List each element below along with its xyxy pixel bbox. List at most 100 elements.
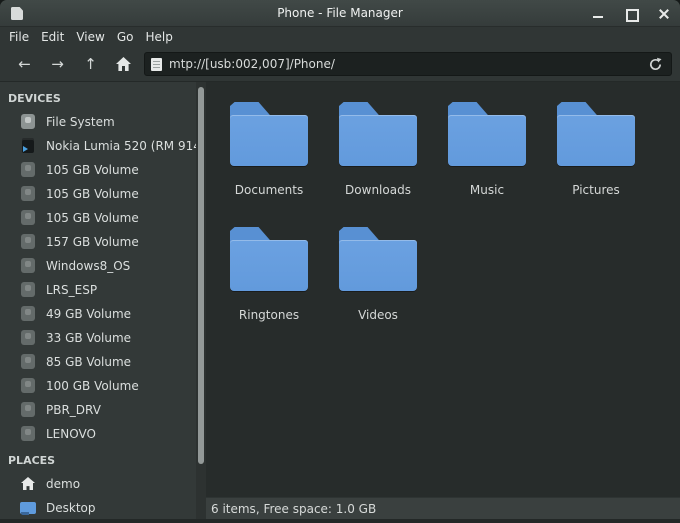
sidebar-item-100-gb-volume[interactable]: 100 GB Volume <box>0 374 206 398</box>
sidebar: DEVICES File System Nokia Lumia 520 (RM … <box>0 82 206 519</box>
sidebar-item-49-gb-volume[interactable]: 49 GB Volume <box>0 302 206 326</box>
folder-label: Downloads <box>345 183 411 197</box>
forward-button[interactable]: → <box>41 51 74 77</box>
volume-icon <box>20 426 36 442</box>
sidebar-item-label: 157 GB Volume <box>46 235 139 249</box>
folder-label: Videos <box>358 308 398 322</box>
sidebar-item-windows8-os[interactable]: Windows8_OS <box>0 254 206 278</box>
sidebar-section-header: PLACES <box>0 446 206 472</box>
sidebar-section-header: DEVICES <box>0 84 206 110</box>
sidebar-item-label: demo <box>46 477 80 491</box>
sidebar-item-33-gb-volume[interactable]: 33 GB Volume <box>0 326 206 350</box>
volume-icon <box>20 258 36 274</box>
volume-icon <box>20 282 36 298</box>
sidebar-item-desktop[interactable]: Desktop <box>0 496 206 519</box>
folder-icon <box>230 102 308 166</box>
sidebar-item-105-gb-volume[interactable]: 105 GB Volume <box>0 182 206 206</box>
folder-label: Pictures <box>572 183 620 197</box>
home-button[interactable] <box>107 51 140 77</box>
drive-icon <box>20 114 36 130</box>
sidebar-item-file-system[interactable]: File System <box>0 110 206 134</box>
menu-file[interactable]: File <box>3 27 35 47</box>
sidebar-item-label: 105 GB Volume <box>46 187 139 201</box>
window-title: Phone - File Manager <box>0 0 680 27</box>
close-button[interactable] <box>658 8 670 20</box>
titlebar: Phone - File Manager <box>0 0 680 27</box>
sidebar-item-85-gb-volume[interactable]: 85 GB Volume <box>0 350 206 374</box>
menubar: FileEditViewGoHelp <box>0 27 680 47</box>
volume-icon <box>20 306 36 322</box>
volume-icon <box>20 378 36 394</box>
sidebar-item-157-gb-volume[interactable]: 157 GB Volume <box>0 230 206 254</box>
folder-music[interactable]: Music <box>448 102 526 197</box>
volume-icon <box>20 186 36 202</box>
sidebar-item-label: 49 GB Volume <box>46 307 131 321</box>
sidebar-item-label: LRS_ESP <box>46 283 97 297</box>
volume-icon <box>20 402 36 418</box>
sidebar-item-label: File System <box>46 115 115 129</box>
sidebar-item-label: 85 GB Volume <box>46 355 131 369</box>
menu-help[interactable]: Help <box>139 27 178 47</box>
up-button[interactable]: ↑ <box>74 51 107 77</box>
folder-downloads[interactable]: Downloads <box>339 102 417 197</box>
toolbar: ← → ↑ mtp://[usb:002,007]/Phone/ <box>0 47 680 82</box>
sidebar-item-105-gb-volume[interactable]: 105 GB Volume <box>0 206 206 230</box>
sidebar-section-places: PLACES demo Desktop <box>0 446 206 519</box>
volume-icon <box>20 162 36 178</box>
status-text: 6 items, Free space: 1.0 GB <box>211 502 376 516</box>
sidebar-item-label: Desktop <box>46 501 96 515</box>
sidebar-item-label: 100 GB Volume <box>46 379 139 393</box>
minimize-button[interactable] <box>592 8 604 20</box>
main-pane: Documents Downloads Music Pictures Ringt… <box>206 82 680 519</box>
sidebar-item-label: 105 GB Volume <box>46 211 139 225</box>
statusbar: 6 items, Free space: 1.0 GB <box>206 497 680 519</box>
menu-edit[interactable]: Edit <box>35 27 70 47</box>
reload-button[interactable] <box>645 54 665 74</box>
sidebar-section-devices: DEVICES File System Nokia Lumia 520 (RM … <box>0 84 206 446</box>
address-text: mtp://[usb:002,007]/Phone/ <box>169 57 335 71</box>
volume-icon <box>20 330 36 346</box>
window-bottom-border <box>0 519 680 523</box>
maximize-button[interactable] <box>625 8 637 20</box>
folder-icon <box>448 102 526 166</box>
folder-ringtones[interactable]: Ringtones <box>230 227 308 322</box>
back-button[interactable]: ← <box>8 51 41 77</box>
scrollbar-thumb[interactable] <box>198 87 204 464</box>
menu-view[interactable]: View <box>70 27 110 47</box>
sidebar-item-label: Windows8_OS <box>46 259 130 273</box>
folder-documents[interactable]: Documents <box>230 102 308 197</box>
window-controls <box>592 0 670 27</box>
folder-label: Documents <box>235 183 303 197</box>
sidebar-scrollbar[interactable] <box>196 82 206 519</box>
address-bar[interactable]: mtp://[usb:002,007]/Phone/ <box>144 52 672 76</box>
volume-icon <box>20 210 36 226</box>
desktop-icon <box>20 500 36 516</box>
sidebar-item-nokia-lumia-520-rm-914[interactable]: Nokia Lumia 520 (RM 914) <box>0 134 206 158</box>
refresh-icon <box>648 57 663 72</box>
sidebar-item-lrs-esp[interactable]: LRS_ESP <box>0 278 206 302</box>
media-player-icon <box>20 138 36 154</box>
sidebar-item-label: 33 GB Volume <box>46 331 131 345</box>
home-icon <box>116 57 131 71</box>
sidebar-item-demo[interactable]: demo <box>0 472 206 496</box>
volume-icon <box>20 354 36 370</box>
sidebar-item-label: 105 GB Volume <box>46 163 139 177</box>
sidebar-item-lenovo[interactable]: LENOVO <box>0 422 206 446</box>
sidebar-item-label: Nokia Lumia 520 (RM 914) <box>46 139 206 153</box>
folder-label: Ringtones <box>239 308 299 322</box>
folder-icon <box>339 102 417 166</box>
menu-go[interactable]: Go <box>111 27 140 47</box>
sidebar-item-105-gb-volume[interactable]: 105 GB Volume <box>0 158 206 182</box>
sidebar-item-label: LENOVO <box>46 427 96 441</box>
sidebar-item-pbr-drv[interactable]: PBR_DRV <box>0 398 206 422</box>
folder-videos[interactable]: Videos <box>339 227 417 322</box>
file-grid: Documents Downloads Music Pictures Ringt… <box>206 82 680 497</box>
folder-icon <box>339 227 417 291</box>
folder-icon <box>230 227 308 291</box>
home-icon <box>20 476 36 492</box>
folder-icon <box>557 102 635 166</box>
volume-icon <box>20 234 36 250</box>
folder-pictures[interactable]: Pictures <box>557 102 635 197</box>
document-icon <box>151 58 162 71</box>
file-manager-window: Phone - File Manager FileEditViewGoHelp … <box>0 0 680 523</box>
